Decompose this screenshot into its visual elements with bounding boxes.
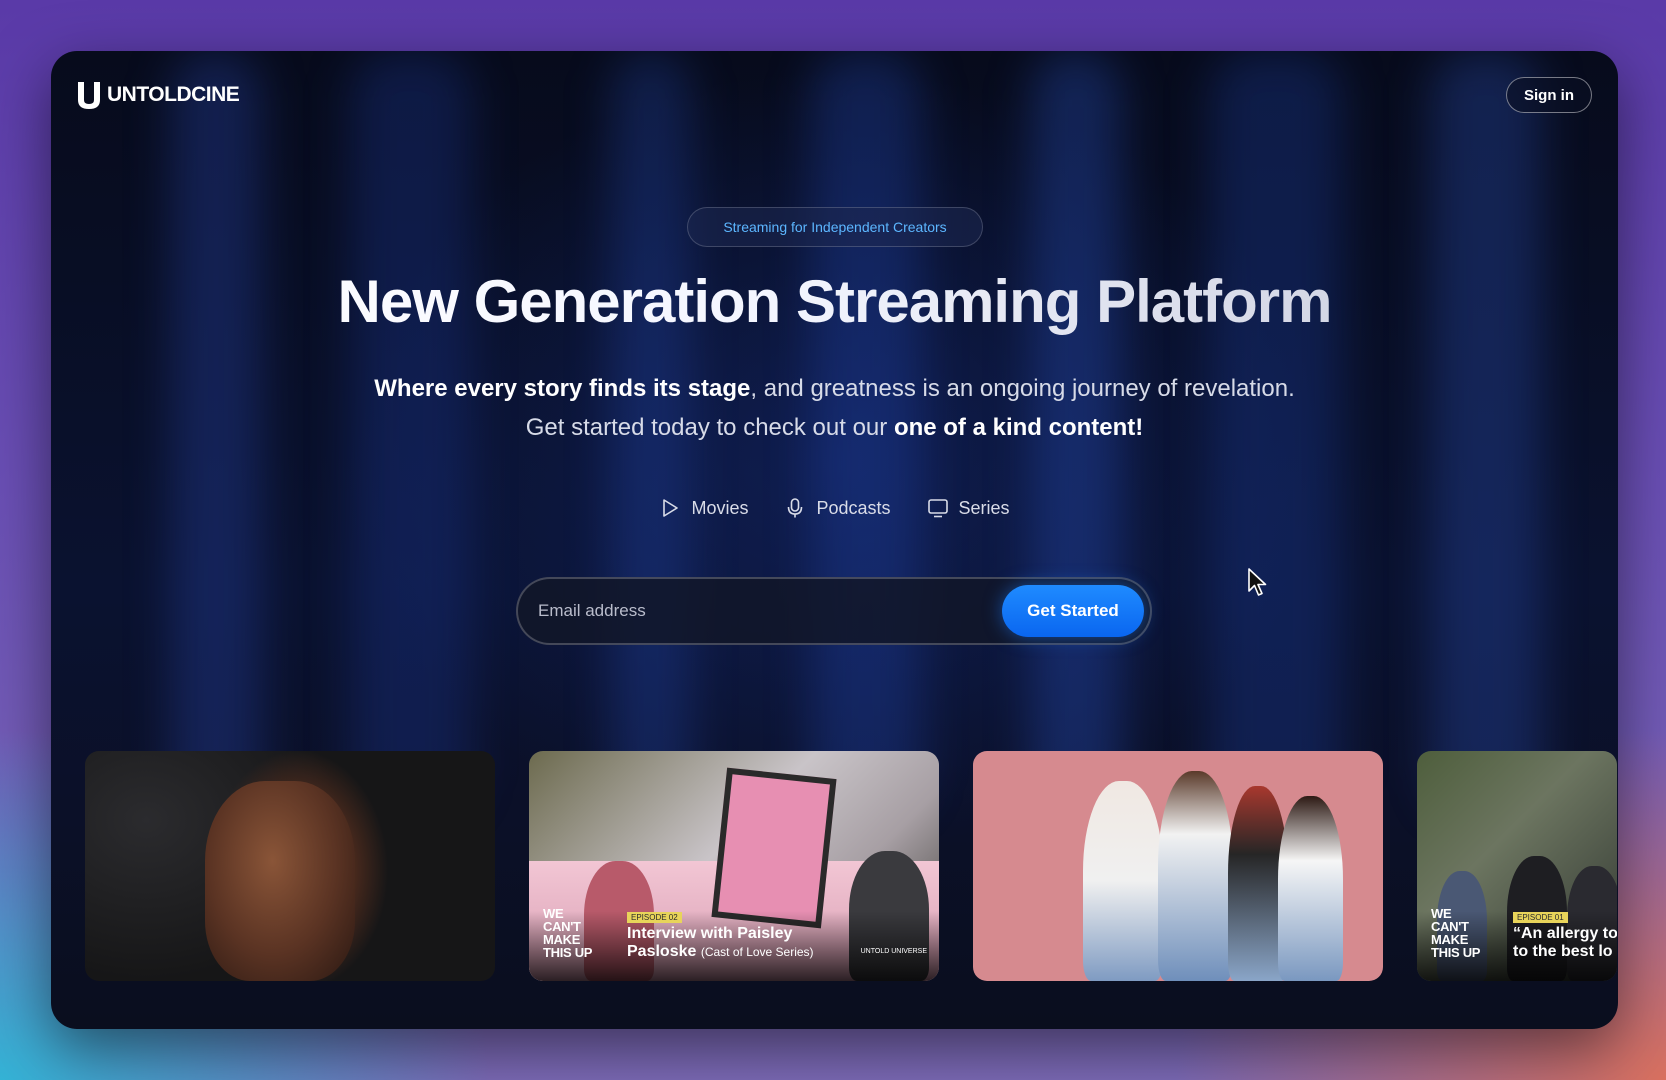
content-tile-movie[interactable]	[85, 751, 495, 981]
content-type-podcasts[interactable]: Podcasts	[784, 497, 891, 519]
microphone-icon	[788, 498, 803, 518]
episode-title-line2: Pasloske	[627, 943, 697, 960]
content-type-label: Series	[958, 497, 1010, 518]
hero-badge: Streaming for Independent Creators	[687, 207, 983, 247]
play-icon	[663, 499, 679, 517]
tv-icon	[927, 499, 948, 518]
signup-form: Get Started	[516, 577, 1152, 645]
app-window: UNTOLDCINE Sign in Streaming for Indepen…	[51, 51, 1618, 1029]
tile-artwork	[1158, 771, 1233, 981]
tile-artwork	[205, 781, 355, 981]
content-tile-podcast[interactable]: WE CAN'T MAKE THIS UP EPISODE 02 Intervi…	[529, 751, 939, 981]
episode-badge: EPISODE 01	[1513, 912, 1568, 923]
episode-title-note: (Cast of Love Series)	[700, 945, 814, 959]
content-types: Movies Podcasts Series	[51, 497, 1618, 519]
logo[interactable]: UNTOLDCINE	[75, 78, 240, 112]
content-carousel: WE CAN'T MAKE THIS UP EPISODE 02 Intervi…	[85, 751, 1618, 981]
subtitle-bold-1: Where every story finds its stage	[374, 375, 751, 402]
get-started-button[interactable]: Get Started	[1002, 585, 1144, 637]
content-type-label: Movies	[691, 497, 749, 518]
episode-title: “An allergy to to the best lo	[1513, 925, 1617, 961]
episode-title-line2: to the best lo	[1513, 943, 1613, 960]
podcast-brand: WE CAN'T MAKE THIS UP	[1431, 906, 1481, 960]
podcast-brand: WE CAN'T MAKE THIS UP	[543, 906, 593, 960]
logo-mark-icon	[78, 82, 100, 109]
tile-artwork	[1278, 796, 1343, 981]
episode-title: Interview with Paisley Pasloske (Cast of…	[627, 925, 814, 961]
episode-title-line1: Interview with Paisley	[627, 925, 793, 942]
episode-title-line1: “An allergy to	[1513, 925, 1617, 942]
hero-title: New Generation Streaming Platform	[51, 267, 1618, 336]
content-type-series[interactable]: Series	[927, 497, 1010, 519]
tile-artwork	[711, 767, 837, 929]
studio-logo: UNTOLD UNIVERSE	[860, 948, 927, 955]
tile-artwork	[1083, 781, 1163, 981]
episode-badge: EPISODE 02	[627, 912, 682, 923]
mouse-cursor-icon	[1248, 568, 1267, 596]
content-tile-series[interactable]	[973, 751, 1383, 981]
subtitle-text-2: Get started today to check out our	[525, 414, 894, 441]
email-input[interactable]	[538, 591, 968, 631]
content-type-label: Podcasts	[816, 497, 891, 518]
hero-subtitle: Where every story finds its stage, and g…	[51, 369, 1618, 447]
content-tile-podcast[interactable]: WE CAN'T MAKE THIS UP EPISODE 01 “An all…	[1417, 751, 1617, 981]
logo-text: UNTOLDCINE	[107, 83, 240, 106]
sign-in-button[interactable]: Sign in	[1506, 77, 1592, 113]
subtitle-bold-2: one of a kind content!	[893, 414, 1144, 441]
content-type-movies[interactable]: Movies	[659, 497, 748, 519]
subtitle-text-1: , and greatness is an ongoing journey of…	[750, 375, 1295, 402]
